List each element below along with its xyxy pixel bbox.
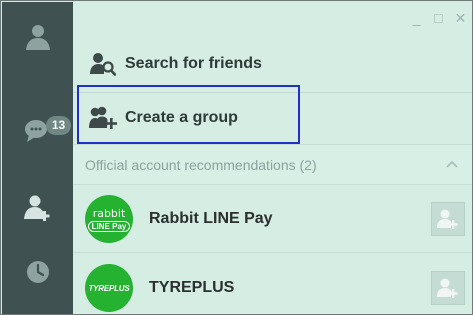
section-title: Official account recommendations (2) [85,157,317,173]
minimize-button[interactable]: _ [410,11,423,25]
account-name: Rabbit LINE Pay [149,209,273,227]
official-accounts-header[interactable]: Official account recommendations (2) [73,144,472,185]
add-account-button[interactable] [431,271,465,305]
sidebar-item-history[interactable] [2,242,73,302]
list-item[interactable]: rabbit LINE Pay Rabbit LINE Pay [73,185,472,253]
person-icon [25,25,50,50]
focus-highlight [77,85,300,144]
friends-panel: _ □ ✕ Search for friends Create a group … [73,2,472,314]
logo-text: rabbit [92,206,126,220]
clock-icon [26,261,49,283]
add-friend-icon [437,209,458,229]
sidebar-item-add-friend[interactable] [2,178,73,238]
window-controls: _ □ ✕ [410,9,467,27]
logo-text: TYREPLUS [88,283,130,293]
rabbit-line-pay-logo: rabbit LINE Pay [85,194,133,243]
add-friend-icon [437,278,458,298]
chevron-up-icon[interactable] [445,157,459,171]
add-friend-icon [23,195,49,221]
tyreplus-logo: TYREPLUS [85,264,133,312]
left-sidebar: 13 [2,2,73,314]
sidebar-item-friends[interactable] [2,7,73,67]
app-window: 13 _ □ ✕ Search for friends Create a gro… [0,0,473,315]
logo-pill-text: LINE Pay [87,220,131,232]
search-friends-label: Search for friends [125,54,262,72]
close-button[interactable]: ✕ [454,11,467,25]
maximize-button[interactable]: □ [432,11,445,25]
list-item[interactable]: TYREPLUS TYREPLUS [73,254,472,314]
unread-badge: 13 [46,116,71,135]
account-name: TYREPLUS [149,279,235,296]
add-account-button[interactable] [431,201,465,236]
search-person-icon [88,49,118,79]
